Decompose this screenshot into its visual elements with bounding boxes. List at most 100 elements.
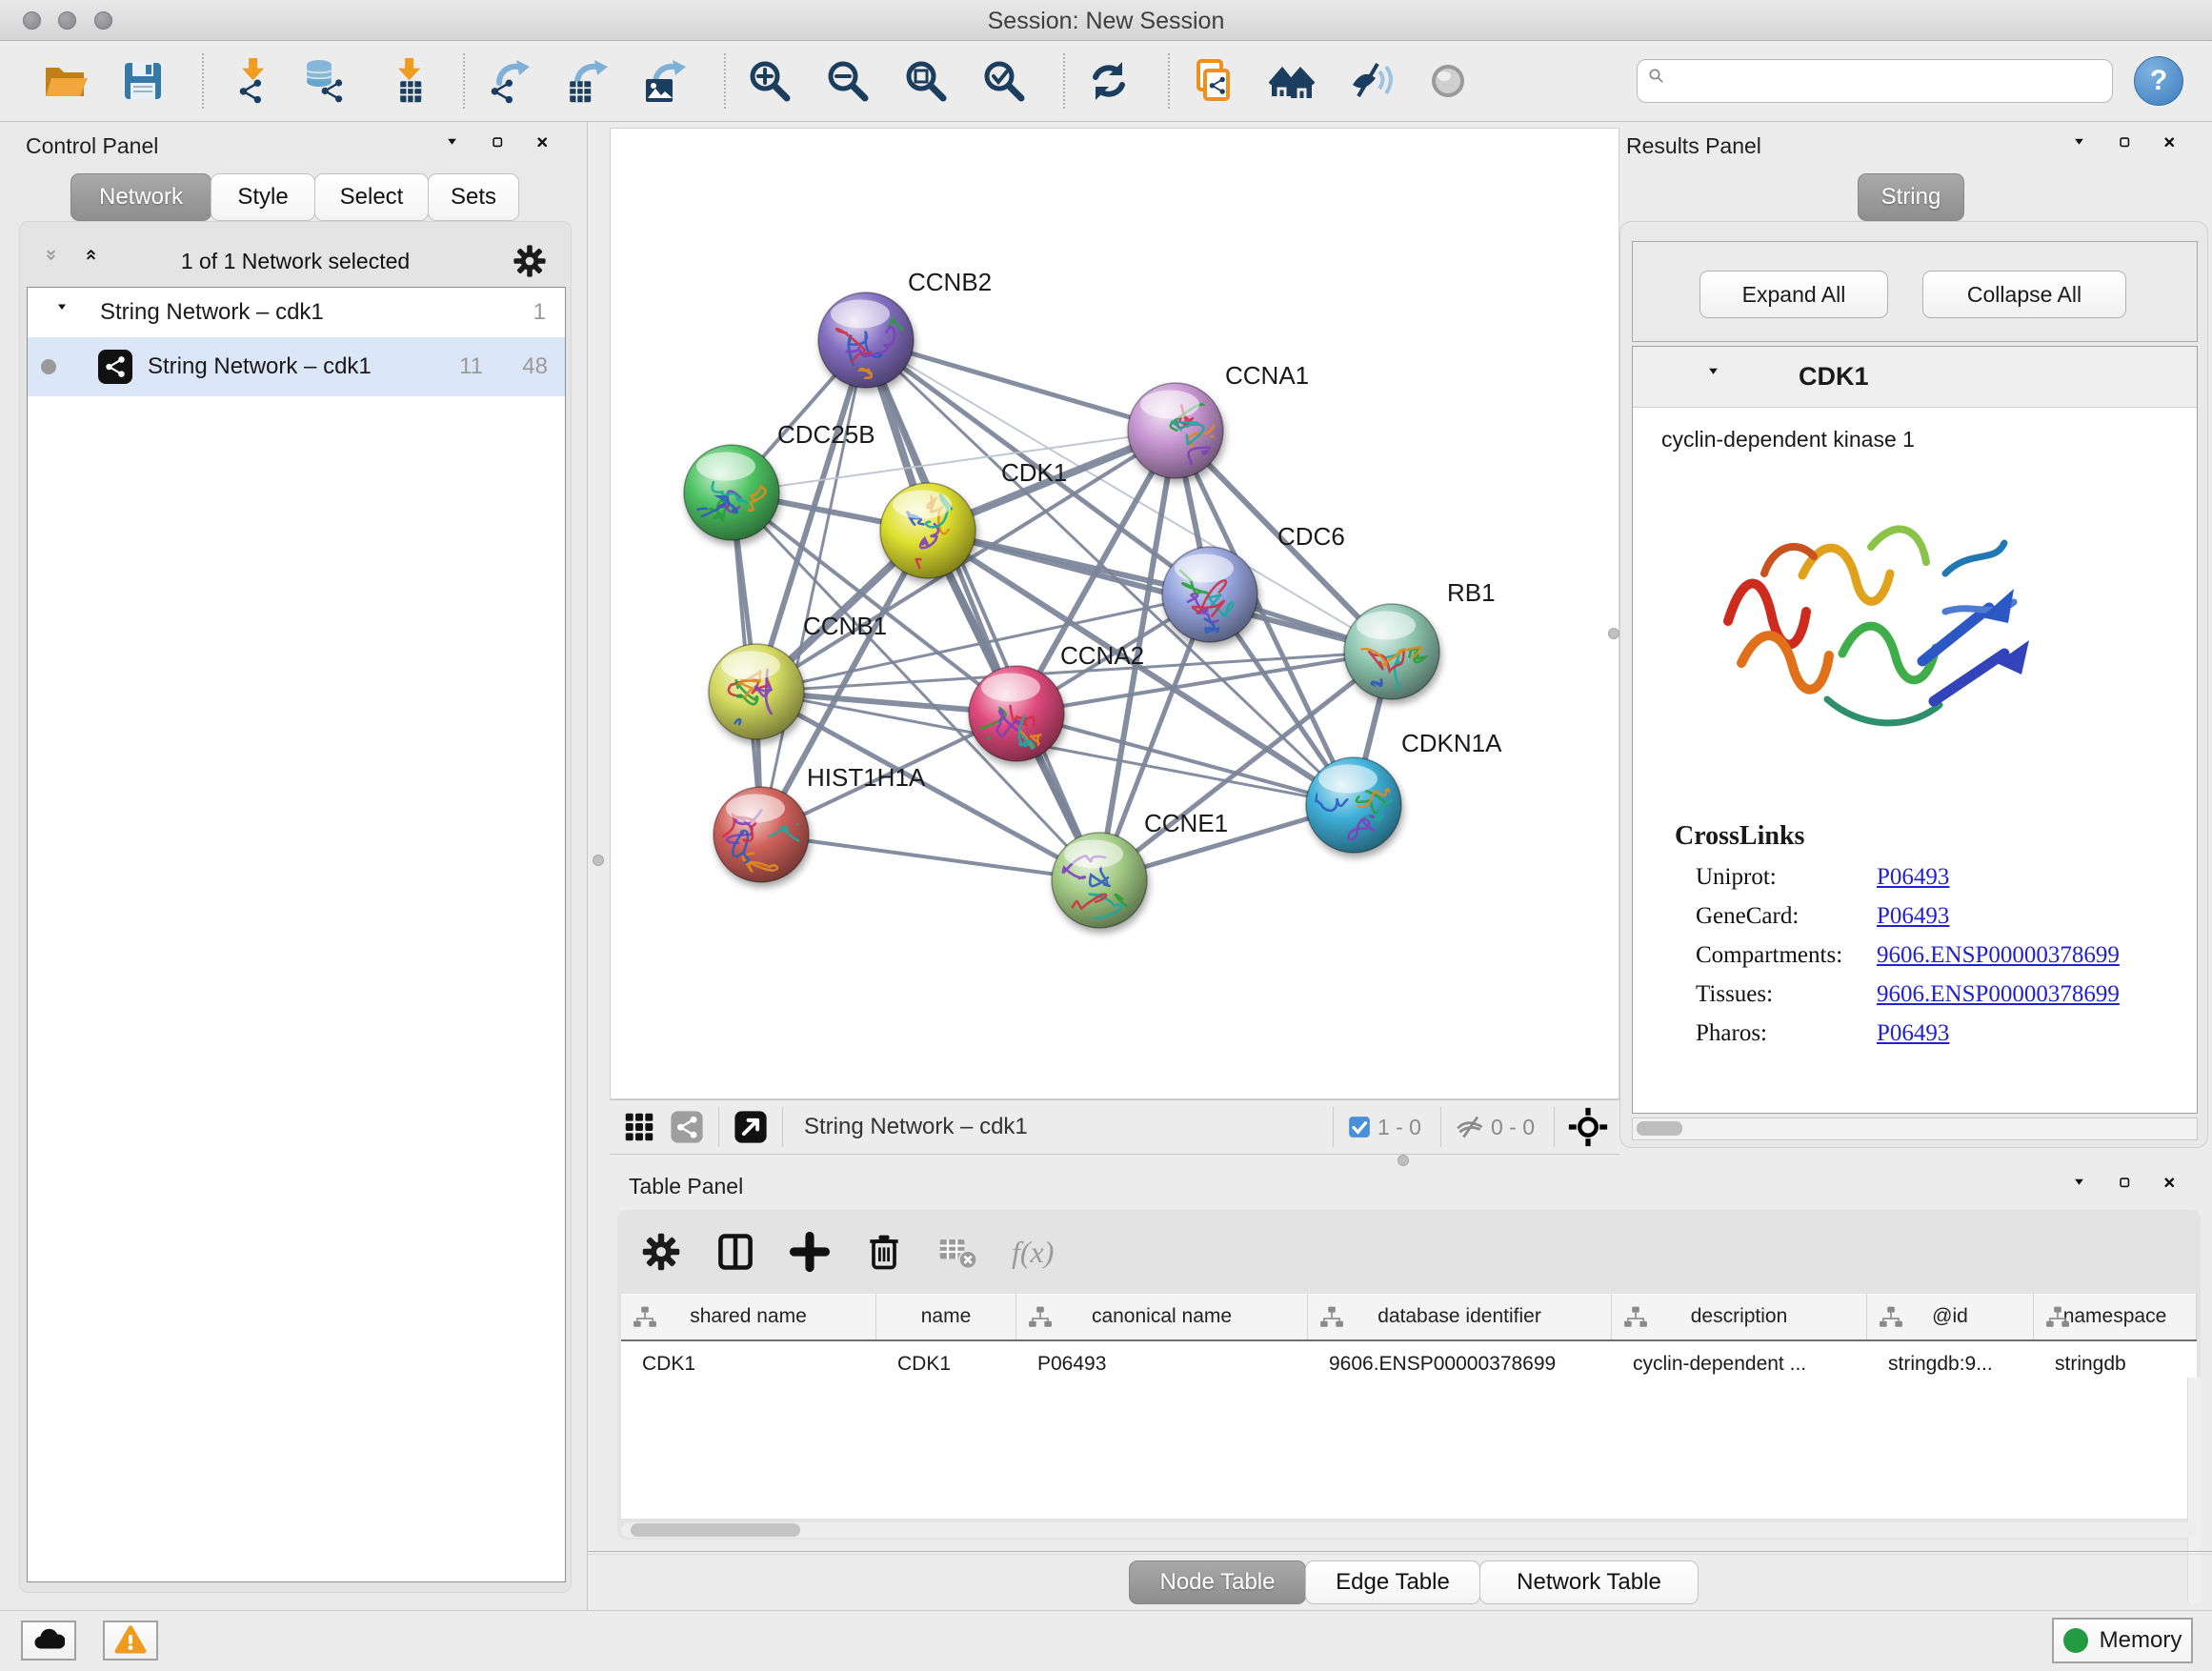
warnings-button[interactable]	[103, 1621, 158, 1661]
table-cell[interactable]: stringdb:9...	[1867, 1343, 2034, 1385]
network-node-RB1[interactable]	[1344, 604, 1439, 699]
search-input[interactable]	[1637, 59, 2113, 103]
table-cell[interactable]: stringdb	[2034, 1343, 2197, 1385]
network-options-gear-icon[interactable]	[512, 243, 548, 279]
panel-close-icon[interactable]	[2163, 136, 2187, 160]
tab-style[interactable]: Style	[211, 173, 315, 221]
columns-icon[interactable]	[714, 1231, 756, 1273]
tab-select[interactable]: Select	[314, 173, 429, 221]
column-header-namespace[interactable]: namespace	[2034, 1294, 2197, 1339]
birdseye-grid-icon[interactable]	[621, 1109, 657, 1145]
zoom-check-icon[interactable]	[981, 58, 1027, 104]
export-image-icon[interactable]	[642, 58, 688, 104]
panel-float-icon[interactable]	[492, 136, 515, 160]
column-header--id[interactable]: @id	[1867, 1294, 2034, 1339]
network-edge[interactable]	[866, 340, 1099, 880]
network-node-CCNA2[interactable]	[969, 666, 1064, 761]
table-row[interactable]: CDK1CDK1P064939606.ENSP00000378699cyclin…	[621, 1343, 2197, 1385]
trash-icon[interactable]	[863, 1231, 905, 1273]
network-share-icon[interactable]	[669, 1109, 705, 1145]
table-horizontal-scrollbar[interactable]	[621, 1522, 2197, 1538]
panel-close-icon[interactable]	[2163, 1177, 2187, 1200]
warning-icon	[113, 1623, 148, 1658]
table-cell[interactable]: P06493	[1016, 1343, 1308, 1385]
network-collection-row[interactable]: String Network – cdk1 1	[28, 288, 565, 337]
column-header-database-identifier[interactable]: database identifier	[1308, 1294, 1612, 1339]
plus-icon[interactable]	[789, 1231, 831, 1273]
toolbar-separator	[1168, 53, 1170, 109]
network-edge[interactable]	[761, 340, 866, 835]
table-cell[interactable]: CDK1	[876, 1343, 1016, 1385]
network-canvas[interactable]: CCNB2CCNA1CDC25BCDK1CDC6RB1CCNB1CCNA2CDK…	[610, 128, 1619, 1099]
network-node-CDKN1A[interactable]	[1306, 757, 1414, 853]
panel-close-icon[interactable]	[536, 136, 560, 160]
network-edge[interactable]	[761, 835, 1099, 880]
zoom-out-icon[interactable]	[825, 58, 871, 104]
column-header-description[interactable]: description	[1612, 1294, 1867, 1339]
tab-network-table[interactable]: Network Table	[1479, 1560, 1699, 1604]
panel-menu-caret-icon[interactable]	[446, 135, 471, 160]
zoom-fit-icon[interactable]	[903, 58, 949, 104]
splitter-handle-bottom[interactable]	[1398, 1155, 1409, 1166]
table-vertical-scrollbar[interactable]	[2187, 1378, 2201, 1602]
column-header-name[interactable]: name	[876, 1294, 1016, 1339]
export-network-icon[interactable]	[486, 58, 532, 104]
network-node-HIST1H1A[interactable]	[714, 787, 809, 882]
tab-node-table[interactable]: Node Table	[1129, 1560, 1306, 1604]
open-in-window-icon[interactable]	[733, 1109, 769, 1145]
column-header-canonical-name[interactable]: canonical name	[1016, 1294, 1308, 1339]
network-node-CCNE1[interactable]	[1052, 833, 1147, 952]
help-button[interactable]: ?	[2134, 56, 2183, 106]
collapse-all-button[interactable]: Collapse All	[1922, 271, 2126, 318]
import-network-icon[interactable]	[225, 58, 271, 104]
import-database-icon[interactable]	[303, 58, 349, 104]
table-scrollbar-thumb[interactable]	[631, 1523, 800, 1537]
cloud-button[interactable]	[21, 1621, 76, 1661]
gene-header-row[interactable]: CDK1	[1633, 347, 2197, 408]
network-node-CCNA1[interactable]	[1128, 383, 1223, 478]
clone-network-icon[interactable]	[1191, 58, 1237, 104]
tab-string[interactable]: String	[1858, 173, 1964, 221]
network-node-CDC6[interactable]	[1162, 547, 1257, 642]
tab-edge-table[interactable]: Edge Table	[1305, 1560, 1480, 1604]
crosslink-link[interactable]: 9606.ENSP00000378699	[1877, 942, 2120, 969]
panel-float-icon[interactable]	[2119, 1177, 2142, 1200]
network-node-CDK1[interactable]	[880, 483, 975, 583]
panel-menu-caret-icon[interactable]	[2073, 135, 2098, 160]
tab-network[interactable]: Network	[70, 173, 211, 221]
panel-float-icon[interactable]	[2119, 136, 2142, 160]
panel-menu-caret-icon[interactable]	[2073, 1176, 2098, 1200]
tab-sets[interactable]: Sets	[428, 173, 519, 221]
results-horizontal-scrollbar[interactable]	[1632, 1117, 2198, 1140]
network-node-CDC25B[interactable]	[684, 445, 779, 540]
column-header-shared-name[interactable]: shared name	[621, 1294, 876, 1339]
splitter-handle-left[interactable]	[593, 855, 604, 866]
fit-selected-crosshair-icon[interactable]	[1568, 1107, 1608, 1147]
control-panel-title: Control Panel	[26, 133, 158, 159]
crosslink-link[interactable]: P06493	[1877, 903, 1949, 930]
table-cell[interactable]: cyclin-dependent ...	[1612, 1343, 1867, 1385]
hide-toggle-icon[interactable]	[1347, 58, 1393, 104]
refresh-icon[interactable]	[1086, 58, 1132, 104]
string-home-icon[interactable]	[1269, 58, 1315, 104]
open-folder-icon[interactable]	[42, 58, 88, 104]
export-table-icon[interactable]	[564, 58, 610, 104]
gene-expand-caret[interactable]	[1707, 365, 1732, 390]
crosslink-link[interactable]: P06493	[1877, 864, 1949, 891]
import-table-icon[interactable]	[381, 58, 427, 104]
crosslink-link[interactable]: P06493	[1877, 1020, 1949, 1047]
zoom-in-icon[interactable]	[747, 58, 793, 104]
splitter-handle-right[interactable]	[1608, 628, 1619, 639]
network-row[interactable]: String Network – cdk1 11 48	[28, 337, 565, 396]
expand-all-button[interactable]: Expand All	[1699, 271, 1888, 318]
gear-icon[interactable]	[640, 1231, 682, 1273]
table-cell[interactable]: CDK1	[621, 1343, 876, 1385]
memory-button[interactable]: Memory	[2052, 1618, 2193, 1663]
eye-dim-icon[interactable]	[1425, 58, 1471, 104]
save-icon[interactable]	[120, 58, 166, 104]
results-scrollbar-thumb[interactable]	[1637, 1121, 1682, 1136]
collection-expand-caret[interactable]	[56, 301, 79, 324]
selected-checkbox-icon[interactable]	[1347, 1115, 1372, 1139]
crosslink-link[interactable]: 9606.ENSP00000378699	[1877, 981, 2120, 1008]
table-cell[interactable]: 9606.ENSP00000378699	[1308, 1343, 1612, 1385]
